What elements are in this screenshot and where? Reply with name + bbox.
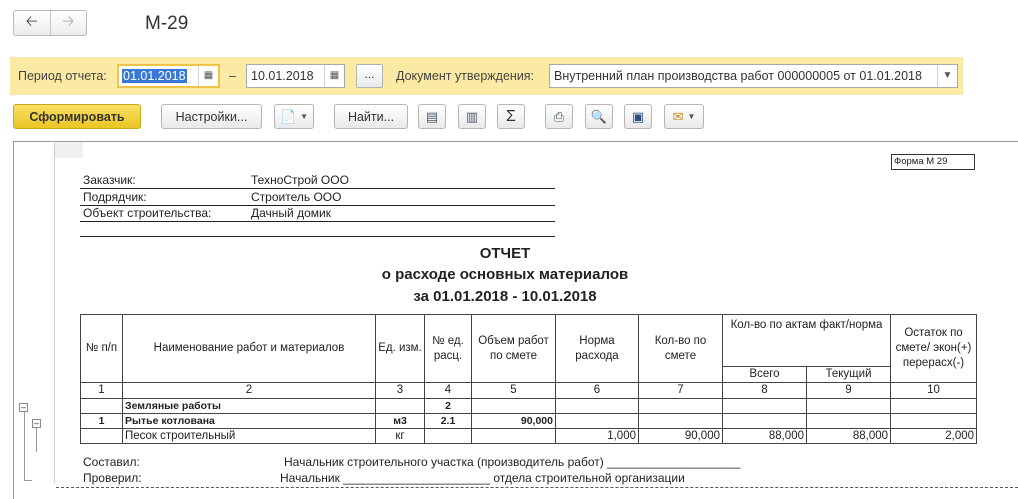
materials-table: № п/п Наименование работ и материалов Ед…: [80, 314, 978, 444]
calendar-icon[interactable]: ▦: [198, 66, 218, 86]
col-number: 5: [471, 382, 556, 399]
preview-button[interactable]: 🔍: [585, 104, 613, 129]
table-row[interactable]: 1 Рытье котлована м3 2.1 90,000: [80, 413, 978, 429]
form-code-label: Форма М 29: [891, 154, 975, 170]
col-number: 6: [555, 382, 639, 399]
table-row[interactable]: Земляные работы 2: [80, 398, 978, 414]
arrow-left-icon: 🡠: [25, 12, 38, 30]
page-break-line: [56, 487, 1018, 488]
compiled-value: Начальник строительного участка (произво…: [284, 455, 741, 469]
checked-value: Начальник ______________________ отдела …: [280, 471, 685, 485]
navigation-buttons: 🡠 🡢: [13, 10, 87, 36]
col-number: 8: [722, 382, 807, 399]
period-label: Период отчета:: [18, 69, 107, 83]
envelope-icon: ✉: [672, 108, 684, 124]
collapse-icon: ▥: [465, 108, 479, 124]
table-row[interactable]: Песок строительный кг 1,000 90,000 88,00…: [80, 428, 978, 444]
date-from-field[interactable]: 01.01.2018 ▦: [117, 64, 220, 88]
sum-button[interactable]: Σ: [497, 104, 525, 129]
send-email-button[interactable]: ✉ ▼: [664, 104, 704, 129]
period-select-button[interactable]: ...: [356, 64, 383, 88]
arrow-right-icon: 🡢: [62, 12, 75, 30]
sheet-corner: [55, 142, 83, 158]
collapse-group-icon[interactable]: –: [32, 419, 41, 428]
expand-groups-button[interactable]: ▤: [418, 104, 446, 129]
header-volume: Объем работ по смете: [471, 314, 556, 383]
header-current: Текущий: [805, 366, 892, 383]
period-dash: –: [229, 69, 236, 83]
chevron-down-icon: ▼: [300, 112, 309, 121]
parameters-bar: Период отчета: 01.01.2018 ▦ – 10.01.2018…: [10, 57, 963, 95]
report-variant-icon: 📄: [279, 108, 297, 124]
contractor-value: Строитель ООО: [251, 190, 342, 204]
contractor-label: Подрядчик:: [83, 190, 147, 204]
variants-button[interactable]: 📄 ▼: [274, 104, 314, 129]
expand-icon: ▤: [425, 108, 439, 124]
report-subtitle: о расходе основных материалов: [381, 266, 629, 283]
doc-label: Документ утверждения:: [396, 69, 535, 83]
collapse-groups-button[interactable]: ▥: [458, 104, 486, 129]
generate-button[interactable]: Сформировать: [13, 104, 141, 129]
group-line: [36, 428, 37, 452]
divider: [80, 188, 555, 189]
customer-label: Заказчик:: [83, 173, 136, 187]
header-est-num: № ед. расц.: [424, 314, 472, 383]
report-period: за 01.01.2018 - 10.01.2018: [413, 288, 597, 305]
find-button[interactable]: Найти...: [334, 104, 408, 129]
compiled-label: Составил:: [83, 455, 140, 469]
col-number: 4: [424, 382, 472, 399]
col-number: 2: [122, 382, 376, 399]
settings-button[interactable]: Настройки...: [161, 104, 262, 129]
floppy-disk-icon: ▣: [631, 108, 645, 124]
divider: [80, 221, 555, 222]
doc-field[interactable]: Внутренний план производства работ 00000…: [549, 64, 958, 88]
sigma-icon: Σ: [506, 107, 516, 125]
header-rest: Остаток по смете/ экон(+) перерасх(-): [890, 314, 978, 383]
object-label: Объект строительства:: [83, 206, 212, 220]
chevron-down-icon[interactable]: ▼: [937, 65, 957, 87]
customer-value: ТехноСтрой ООО: [251, 173, 349, 187]
header-qty-acts: Кол-во по актам факт/норма: [721, 314, 892, 367]
col-number: 1: [80, 382, 123, 399]
header-unit: Ед. изм.: [375, 314, 425, 383]
forward-button[interactable]: 🡢: [49, 11, 87, 35]
chevron-down-icon: ▼: [687, 112, 696, 121]
group-line: [24, 412, 25, 480]
divider: [80, 236, 555, 237]
header-total: Всего: [722, 366, 807, 383]
report-title: ОТЧЕТ: [479, 245, 531, 262]
print-preview-icon: 🔍: [590, 108, 608, 124]
col-number: 9: [805, 382, 892, 399]
printer-icon: ⎙: [553, 108, 565, 124]
header-norm: Норма расхода: [555, 314, 639, 383]
object-value: Дачный домик: [251, 206, 331, 220]
col-number: 10: [890, 382, 978, 399]
col-number: 3: [375, 382, 425, 399]
window-title: М-29: [145, 13, 189, 34]
collapse-group-icon[interactable]: –: [19, 403, 28, 412]
back-button[interactable]: 🡠: [14, 11, 50, 35]
calendar-icon[interactable]: ▦: [324, 65, 344, 87]
group-line: [24, 480, 32, 481]
checked-label: Проверил:: [83, 471, 142, 485]
print-button[interactable]: ⎙: [545, 104, 573, 129]
date-to-field[interactable]: 10.01.2018 ▦: [246, 64, 345, 88]
row-gutter-divider: [54, 143, 55, 483]
col-number: 7: [638, 382, 723, 399]
header-name: Наименование работ и материалов: [122, 314, 376, 383]
header-qty-est: Кол-во по смете: [638, 314, 723, 383]
save-button[interactable]: ▣: [624, 104, 652, 129]
header-num: № п/п: [80, 314, 123, 383]
